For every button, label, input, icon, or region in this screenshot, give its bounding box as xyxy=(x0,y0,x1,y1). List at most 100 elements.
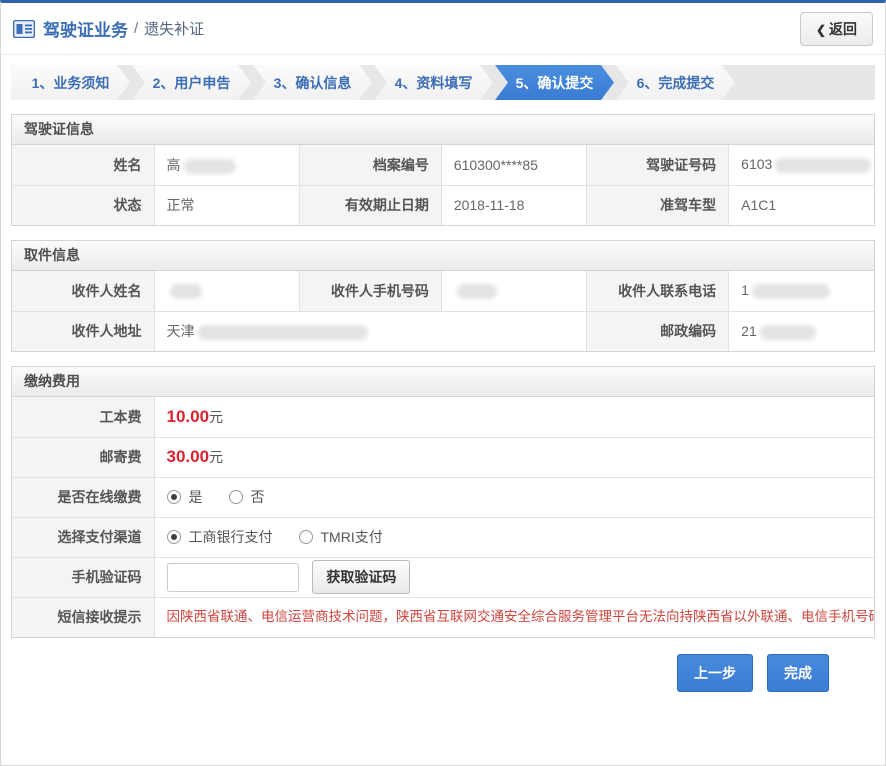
sms-notice-label: 短信接收提示 xyxy=(12,597,154,637)
breadcrumb-separator: / xyxy=(134,20,138,37)
radio-channel-tmri[interactable] xyxy=(299,530,313,544)
file-no-label: 档案编号 xyxy=(299,145,441,185)
redaction-blur xyxy=(184,159,236,174)
vehicle-type-label: 准驾车型 xyxy=(587,185,729,225)
recipient-mobile-label: 收件人手机号码 xyxy=(299,271,441,311)
step-label: 6、完成提交 xyxy=(637,73,715,93)
postal-code-value: 21 xyxy=(729,311,874,351)
redaction-blur xyxy=(170,284,202,299)
table-row: 工本费 10.00元 xyxy=(12,397,874,437)
redaction-blur xyxy=(198,325,368,340)
name-label: 姓名 xyxy=(12,145,154,185)
breadcrumb-current: 遗失补证 xyxy=(144,18,204,39)
radio-channel-tmri-label: TMRI支付 xyxy=(321,527,383,547)
step-6-complete-submit[interactable]: 6、完成提交 xyxy=(616,65,735,100)
recipient-address-value: 天津 xyxy=(154,311,587,351)
step-bar-filler xyxy=(737,65,875,100)
postal-code-label: 邮政编码 xyxy=(587,311,729,351)
step-label: 3、确认信息 xyxy=(274,73,352,93)
table-row: 选择支付渠道 工商银行支付 TMRI支付 xyxy=(12,517,874,557)
redaction-blur xyxy=(775,158,871,173)
step-4-fill-data[interactable]: 4、资料填写 xyxy=(374,65,493,100)
fee-unit: 元 xyxy=(209,449,223,465)
radio-online-no-label: 否 xyxy=(251,487,265,507)
postage-fee-label: 邮寄费 xyxy=(12,437,154,477)
previous-step-button[interactable]: 上一步 xyxy=(677,654,753,692)
step-2-user-declaration[interactable]: 2、用户申告 xyxy=(132,65,251,100)
radio-channel-icbc-label: 工商银行支付 xyxy=(189,527,273,547)
step-5-confirm-submit[interactable]: 5、确认提交 xyxy=(495,65,614,100)
sms-code-input[interactable] xyxy=(167,563,299,592)
radio-online-no[interactable] xyxy=(229,490,243,504)
section-pickup-info: 取件信息 收件人姓名 收件人手机号码 收件人联系电话 1 收件人地址 天津 邮政… xyxy=(11,240,875,352)
radio-online-yes-label: 是 xyxy=(189,487,203,507)
redaction-blur xyxy=(752,284,830,299)
payment-channel-options: 工商银行支付 TMRI支付 xyxy=(154,517,874,557)
license-no-label: 驾驶证号码 xyxy=(587,145,729,185)
recipient-phone-label: 收件人联系电话 xyxy=(587,271,729,311)
table-row: 手机验证码 获取验证码 xyxy=(12,557,874,597)
recipient-name-label: 收件人姓名 xyxy=(12,271,154,311)
radio-online-yes[interactable] xyxy=(167,490,181,504)
sms-code-row: 获取验证码 xyxy=(154,557,874,597)
online-payment-label: 是否在线缴费 xyxy=(12,477,154,517)
table-row: 收件人地址 天津 邮政编码 21 xyxy=(12,311,874,351)
back-button-label: 返回 xyxy=(829,21,857,37)
production-fee-value: 10.00元 xyxy=(154,397,874,437)
sms-notice-text: 因陕西省联通、电信运营商技术问题，陕西省互联网交通安全综合服务管理平台无法向持陕… xyxy=(167,604,863,630)
page-container: 驾驶证业务 / 遗失补证 ❮返回 1、业务须知 2、用户申告 3、确认信息 4、… xyxy=(0,0,886,766)
license-no-value: 6103 xyxy=(729,145,874,185)
footer-actions: 上一步 完成 xyxy=(1,638,885,692)
section-pickup-title: 取件信息 xyxy=(12,241,874,271)
production-fee-amount: 10.00 xyxy=(167,407,210,426)
file-no-value: 610300****85 xyxy=(441,145,586,185)
vehicle-type-value: A1C1 xyxy=(729,185,874,225)
postage-fee-value: 30.00元 xyxy=(154,437,874,477)
production-fee-label: 工本费 xyxy=(12,397,154,437)
license-card-icon xyxy=(13,20,35,38)
status-label: 状态 xyxy=(12,185,154,225)
fee-unit: 元 xyxy=(209,409,223,425)
step-label: 4、资料填写 xyxy=(395,73,473,93)
table-row: 收件人姓名 收件人手机号码 收件人联系电话 1 xyxy=(12,271,874,311)
page-title: 驾驶证业务 xyxy=(43,16,128,41)
recipient-mobile-value xyxy=(441,271,586,311)
back-button[interactable]: ❮返回 xyxy=(800,12,873,46)
pickup-info-table: 收件人姓名 收件人手机号码 收件人联系电话 1 收件人地址 天津 邮政编码 21 xyxy=(12,271,874,351)
step-3-confirm-info[interactable]: 3、确认信息 xyxy=(253,65,372,100)
table-row: 状态 正常 有效期止日期 2018-11-18 准驾车型 A1C1 xyxy=(12,185,874,225)
table-row: 邮寄费 30.00元 xyxy=(12,437,874,477)
step-label: 2、用户申告 xyxy=(153,73,231,93)
name-value: 高 xyxy=(154,145,299,185)
step-1-business-notice[interactable]: 1、业务须知 xyxy=(11,65,130,100)
expiry-value: 2018-11-18 xyxy=(441,185,586,225)
step-wizard: 1、业务须知 2、用户申告 3、确认信息 4、资料填写 5、确认提交 6、完成提… xyxy=(11,65,875,100)
finish-button[interactable]: 完成 xyxy=(767,654,829,692)
online-payment-options: 是 否 xyxy=(154,477,874,517)
license-info-table: 姓名 高 档案编号 610300****85 驾驶证号码 6103 状态 正常 … xyxy=(12,145,874,225)
redaction-blur xyxy=(760,325,816,340)
radio-channel-icbc[interactable] xyxy=(167,530,181,544)
postage-fee-amount: 30.00 xyxy=(167,447,210,466)
table-row: 是否在线缴费 是 否 xyxy=(12,477,874,517)
table-row: 姓名 高 档案编号 610300****85 驾驶证号码 6103 xyxy=(12,145,874,185)
step-label: 5、确认提交 xyxy=(516,73,594,93)
section-license-title: 驾驶证信息 xyxy=(12,115,874,145)
section-fees: 缴纳费用 工本费 10.00元 邮寄费 30.00元 是否在线缴费 是 xyxy=(11,366,875,638)
section-fees-title: 缴纳费用 xyxy=(12,367,874,397)
recipient-phone-value: 1 xyxy=(729,271,874,311)
section-license-info: 驾驶证信息 姓名 高 档案编号 610300****85 驾驶证号码 6103 … xyxy=(11,114,875,226)
chevron-left-icon: ❮ xyxy=(816,23,826,37)
recipient-address-label: 收件人地址 xyxy=(12,311,154,351)
status-value: 正常 xyxy=(154,185,299,225)
page-header: 驾驶证业务 / 遗失补证 ❮返回 xyxy=(1,3,885,55)
sms-code-label: 手机验证码 xyxy=(12,557,154,597)
redaction-blur xyxy=(457,284,497,299)
fees-table: 工本费 10.00元 邮寄费 30.00元 是否在线缴费 是 xyxy=(12,397,874,637)
step-label: 1、业务须知 xyxy=(32,73,110,93)
expiry-label: 有效期止日期 xyxy=(299,185,441,225)
recipient-name-value xyxy=(154,271,299,311)
payment-channel-label: 选择支付渠道 xyxy=(12,517,154,557)
get-code-button[interactable]: 获取验证码 xyxy=(312,560,410,594)
sms-notice-cell: 因陕西省联通、电信运营商技术问题，陕西省互联网交通安全综合服务管理平台无法向持陕… xyxy=(154,597,874,637)
